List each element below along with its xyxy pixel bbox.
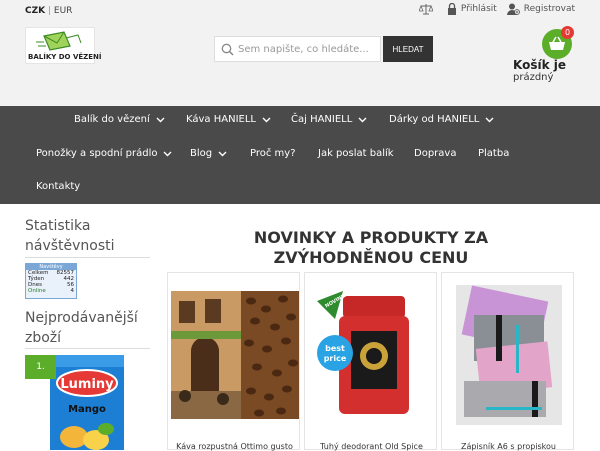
chevron-down-icon — [156, 117, 165, 122]
currency-separator: | — [47, 6, 52, 16]
nav-label: Proč my? — [250, 148, 296, 159]
nav-item-platba[interactable]: Platba — [478, 148, 509, 159]
bestseller-heading-line1: Nejprodávanější — [25, 310, 138, 326]
nav-label: Čaj HANIELL — [291, 114, 353, 125]
nav-label: Balík do vězení — [74, 114, 150, 125]
carton-brand: Luminy — [60, 377, 114, 392]
deodorant-image: NOVINKA best price — [317, 291, 409, 414]
nav-item-kava[interactable]: Káva HANIELL — [186, 114, 271, 125]
bestseller-product-image[interactable]: Luminy Mango — [50, 355, 124, 450]
product-image[interactable]: NOVINKA best price — [313, 291, 431, 419]
nav-label: Dárky od HANIELL — [389, 114, 480, 125]
counter-row: Online 4 — [26, 288, 76, 294]
product-image[interactable] — [456, 285, 562, 425]
nav-item-ponozky[interactable]: Ponožky a spodní prádlo — [36, 148, 172, 159]
cart-title[interactable]: Košík je — [513, 58, 566, 72]
product-card[interactable]: Zápisník A6 s propiskou — [441, 272, 574, 451]
chevron-down-icon — [485, 117, 494, 122]
nav-label: Kontakty — [36, 181, 81, 192]
sidebar-divider — [25, 257, 150, 258]
nav-label: Ponožky a spodní prádlo — [36, 148, 158, 159]
nav-label: Blog — [190, 148, 213, 159]
nav-item-balik[interactable]: Balík do vězení — [74, 114, 165, 125]
bestseller-heading: Nejprodávanější zboží — [25, 308, 138, 348]
nav-label: Jak poslat balík — [318, 148, 394, 159]
search-input[interactable] — [238, 43, 378, 55]
stats-heading: Statistika návštěvnosti — [25, 216, 115, 256]
chevron-down-icon — [218, 151, 227, 156]
search-icon — [221, 43, 234, 56]
search-button[interactable]: HLEDAT — [383, 36, 433, 62]
product-card[interactable]: Káva rozpustná Ottimo gusto — [167, 272, 300, 451]
chevron-down-icon — [262, 117, 271, 122]
logo-envelope-icon — [36, 31, 82, 51]
top-links: Přihlásit Registrovat — [409, 3, 575, 15]
carton-flavor: Mango — [68, 404, 106, 415]
currency-czk[interactable]: CZK — [25, 6, 45, 16]
lock-icon — [447, 3, 456, 15]
sidebar-divider — [25, 348, 150, 349]
coffee-street-image — [171, 291, 299, 419]
stats-heading-line1: Statistika — [25, 218, 91, 234]
nav-item-proc-my[interactable]: Proč my? — [250, 148, 296, 159]
counter-value: 4 — [70, 288, 75, 294]
scales-icon — [418, 4, 433, 15]
counter-label: Online — [28, 288, 46, 294]
chevron-down-icon — [163, 151, 172, 156]
user-add-icon — [506, 3, 520, 15]
cart-count-badge: 0 — [561, 26, 574, 39]
register-label: Registrovat — [523, 4, 575, 14]
nav-item-blog[interactable]: Blog — [190, 148, 227, 159]
nav-item-caj[interactable]: Čaj HANIELL — [291, 114, 367, 125]
nav-item-doprava[interactable]: Doprava — [414, 148, 456, 159]
currency-eur[interactable]: EUR — [54, 6, 73, 16]
search-box — [214, 36, 381, 62]
login-label: Přihlásit — [460, 4, 497, 14]
badge-price-text-2: price — [324, 354, 347, 363]
section-title: NOVINKY A PRODUKTY ZA ZVÝHODNĚNOU CENU — [230, 228, 512, 268]
logo-text: BALÍKY DO VĚZENÍ — [28, 53, 102, 61]
compare-link[interactable] — [418, 3, 437, 15]
site-logo[interactable]: BALÍKY DO VĚZENÍ — [25, 27, 101, 64]
nav-label: Káva HANIELL — [186, 114, 256, 125]
nav-item-jak-poslat[interactable]: Jak poslat balík — [318, 148, 394, 159]
rank-badge: 1. — [25, 355, 56, 379]
cart-status: prázdný — [513, 72, 554, 83]
basket-icon — [549, 36, 565, 50]
register-link[interactable]: Registrovat — [506, 3, 575, 15]
product-card[interactable]: NOVINKA best price Tuhý deodorant Old Sp… — [304, 272, 437, 451]
notebook-image — [456, 285, 562, 425]
chevron-down-icon — [358, 117, 367, 122]
juice-carton-image: Luminy Mango — [50, 355, 124, 450]
badge-price-text-1: best — [325, 344, 345, 353]
section-title-line2: ZVÝHODNĚNOU CENU — [273, 248, 469, 267]
product-image[interactable] — [171, 291, 299, 419]
login-link[interactable]: Přihlásit — [447, 3, 497, 15]
bestseller-heading-line2: zboží — [25, 330, 62, 346]
stats-heading-line2: návštěvnosti — [25, 238, 115, 254]
section-title-line1: NOVINKY A PRODUKTY ZA — [253, 228, 489, 247]
nav-item-kontakty[interactable]: Kontakty — [36, 181, 80, 192]
nav-label: Doprava — [414, 148, 457, 159]
nav-item-darky[interactable]: Dárky od HANIELL — [389, 114, 494, 125]
currency-switch: CZK | EUR — [25, 6, 72, 16]
visit-counter: Navštěvy Celkem 82557 Týden 442 Dnes 56 Onl… — [25, 263, 77, 299]
nav-label: Platba — [478, 148, 510, 159]
